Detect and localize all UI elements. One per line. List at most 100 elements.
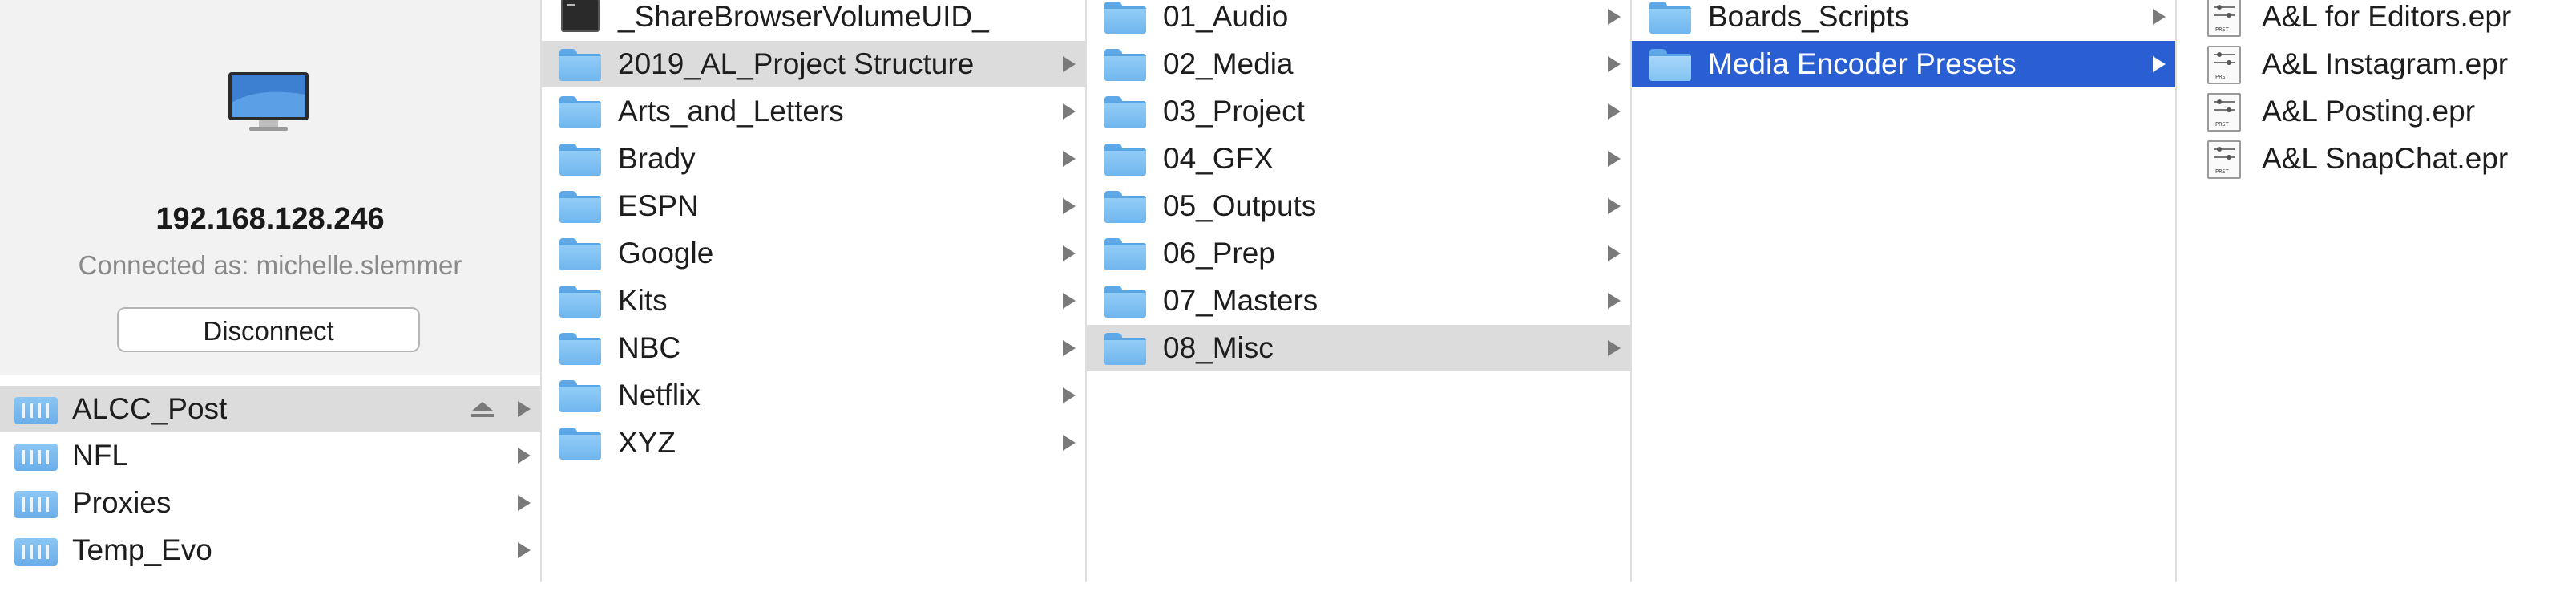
list-item[interactable]: PRST A&L SnapChat.epr	[2177, 136, 2576, 182]
list-item[interactable]: Arts_and_Letters	[542, 88, 1085, 135]
sidebar-volumes-column: 192.168.128.246 Connected as: michelle.s…	[0, 0, 542, 582]
list-item[interactable]: Brady	[542, 136, 1085, 182]
folder-icon	[1104, 286, 1146, 318]
item-label: 05_Outputs	[1163, 189, 1317, 222]
network-volume-icon	[14, 538, 58, 566]
item-label: ESPN	[618, 189, 699, 222]
connected-as-text: Connected as: michelle.slemmer	[78, 250, 462, 280]
chevron-right-icon	[2153, 56, 2166, 72]
list-item[interactable]: XYZ	[542, 420, 1085, 466]
chevron-right-icon	[518, 401, 531, 417]
browser-column-2: 01_Audio 02_Media 03_Project 04_GFX 05_O…	[1087, 0, 1632, 582]
network-volume-icon	[14, 491, 58, 518]
item-label: 07_Masters	[1163, 284, 1318, 317]
item-label: NBC	[618, 331, 681, 364]
chevron-right-icon	[518, 495, 531, 511]
list-item[interactable]: 02_Media	[1087, 41, 1630, 87]
list-item[interactable]: 08_Misc	[1087, 325, 1630, 371]
item-label: 02_Media	[1163, 47, 1294, 80]
list-item[interactable]: 03_Project	[1087, 88, 1630, 135]
disconnect-button[interactable]: Disconnect	[117, 307, 420, 352]
folder-icon	[559, 144, 601, 176]
folder-icon	[559, 333, 601, 365]
folder-icon	[559, 380, 601, 412]
volume-label: NFL	[72, 439, 128, 472]
folder-icon	[559, 191, 601, 223]
list-item[interactable]: 05_Outputs	[1087, 183, 1630, 229]
item-label: 03_Project	[1163, 95, 1305, 128]
list-item[interactable]: Media Encoder Presets	[1632, 41, 2175, 87]
chevron-right-icon	[1608, 9, 1621, 25]
list-item[interactable]: _ShareBrowserVolumeUID_	[542, 0, 1085, 40]
terminal-file-icon	[561, 0, 600, 32]
item-label: 08_Misc	[1163, 331, 1274, 364]
list-item[interactable]: ESPN	[542, 183, 1085, 229]
item-label: 04_GFX	[1163, 142, 1274, 175]
chevron-right-icon	[1063, 151, 1076, 167]
network-volume-icon	[14, 444, 58, 471]
chevron-right-icon	[1608, 151, 1621, 167]
chevron-right-icon	[1608, 340, 1621, 356]
item-label: XYZ	[618, 426, 676, 459]
volume-label: Temp_Evo	[72, 533, 212, 566]
list-item[interactable]: NBC	[542, 325, 1085, 371]
list-item[interactable]: 07_Masters	[1087, 278, 1630, 324]
chevron-right-icon	[1608, 245, 1621, 261]
list-item[interactable]: Google	[542, 230, 1085, 277]
volume-item[interactable]: NFL	[0, 432, 540, 479]
list-item[interactable]: 01_Audio	[1087, 0, 1630, 40]
item-label: Netflix	[618, 379, 701, 411]
item-label: Kits	[618, 284, 668, 317]
item-label: A&L SnapChat.epr	[2262, 142, 2509, 175]
chevron-right-icon	[1063, 245, 1076, 261]
chevron-right-icon	[1063, 293, 1076, 309]
list-item[interactable]: 2019_AL_Project Structure	[542, 41, 1085, 87]
preset-file-icon: PRST	[2207, 93, 2241, 132]
folder-icon	[1104, 49, 1146, 81]
chevron-right-icon	[1608, 293, 1621, 309]
item-label: 2019_AL_Project Structure	[618, 47, 975, 80]
chevron-right-icon	[1608, 56, 1621, 72]
server-info-panel: 192.168.128.246 Connected as: michelle.s…	[0, 0, 540, 375]
volume-item[interactable]: Temp_Evo	[0, 527, 540, 574]
folder-icon	[1649, 49, 1691, 81]
chevron-right-icon	[518, 448, 531, 464]
folder-icon	[559, 286, 601, 318]
eject-icon[interactable]	[471, 402, 494, 418]
computer-icon	[228, 72, 309, 131]
folder-icon	[559, 49, 601, 81]
list-item[interactable]: 04_GFX	[1087, 136, 1630, 182]
folder-icon	[1104, 96, 1146, 128]
list-item[interactable]: PRST A&L Posting.epr	[2177, 88, 2576, 135]
list-item[interactable]: Boards_Scripts	[1632, 0, 2175, 40]
volume-item[interactable]: Proxies	[0, 480, 540, 526]
network-volume-icon	[14, 397, 58, 424]
item-label: Google	[618, 237, 714, 270]
chevron-right-icon	[1063, 103, 1076, 120]
folder-icon	[1104, 191, 1146, 223]
folder-icon	[1104, 333, 1146, 365]
chevron-right-icon	[1063, 56, 1076, 72]
list-item[interactable]: PRST A&L for Editors.epr	[2177, 0, 2576, 40]
folder-icon	[1649, 2, 1691, 34]
chevron-right-icon	[1063, 435, 1076, 451]
preset-file-icon: PRST	[2207, 46, 2241, 84]
folder-icon	[559, 428, 601, 460]
list-item[interactable]: 06_Prep	[1087, 230, 1630, 277]
server-address: 192.168.128.246	[155, 202, 385, 236]
chevron-right-icon	[2153, 9, 2166, 25]
volume-item[interactable]: ALCC_Post	[0, 386, 540, 432]
item-label: 06_Prep	[1163, 237, 1275, 270]
chevron-right-icon	[1063, 340, 1076, 356]
item-label: _ShareBrowserVolumeUID_	[618, 0, 989, 33]
browser-column-4: PRST A&L for Editors.epr PRST A&L Instag…	[2177, 0, 2576, 582]
volume-label: ALCC_Post	[72, 392, 228, 425]
chevron-right-icon	[1063, 387, 1076, 403]
list-item[interactable]: Netflix	[542, 372, 1085, 419]
list-item[interactable]: PRST A&L Instagram.epr	[2177, 41, 2576, 87]
preset-file-icon: PRST	[2207, 0, 2241, 37]
chevron-right-icon	[518, 542, 531, 558]
folder-icon	[1104, 2, 1146, 34]
list-item[interactable]: Kits	[542, 278, 1085, 324]
item-label: A&L Instagram.epr	[2262, 47, 2509, 80]
